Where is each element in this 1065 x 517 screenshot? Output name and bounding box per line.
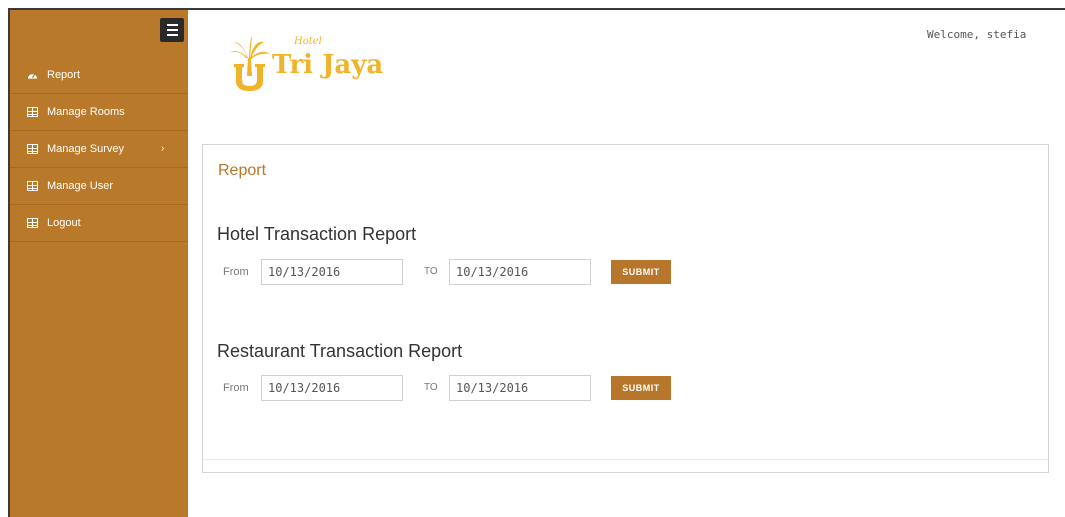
sidebar-item-manage-user[interactable]: Manage User (10, 168, 188, 205)
restaurant-submit-button[interactable]: SUBMIT (611, 376, 671, 400)
sidebar-item-report[interactable]: Report (10, 57, 188, 94)
to-label: TO (424, 382, 438, 393)
restaurant-report-form: From TO SUBMIT (223, 375, 823, 401)
welcome-text: Welcome, stefia (927, 28, 1027, 41)
sidebar: Report Manage Rooms Manage Survey › Mana… (10, 10, 188, 517)
sidebar-item-logout[interactable]: Logout (10, 205, 188, 242)
to-label: TO (424, 266, 438, 277)
sidebar-item-label: Manage Rooms (47, 106, 125, 118)
logo-main-text: Tri Jaya (272, 50, 384, 80)
sidebar-item-label: Manage Survey (47, 143, 125, 155)
chevron-right-icon: › (161, 143, 165, 154)
logo-small-text: Hotel (294, 36, 322, 47)
sidebar-item-manage-survey[interactable]: Manage Survey › (10, 131, 188, 168)
hotel-report-form: From TO SUBMIT (223, 259, 823, 285)
hamburger-menu-icon[interactable] (160, 18, 184, 42)
hotel-logo: Hotel Tri Jaya (230, 36, 430, 96)
sidebar-item-label: Report (47, 69, 81, 81)
panel-divider (203, 459, 1048, 460)
sidebar-item-label: Logout (47, 217, 81, 229)
table-icon (27, 107, 38, 117)
restaurant-to-date-input[interactable] (449, 375, 591, 401)
page-title: Report (218, 162, 267, 179)
from-label: From (223, 382, 249, 394)
hotel-from-date-input[interactable] (261, 259, 403, 285)
restaurant-from-date-input[interactable] (261, 375, 403, 401)
table-icon (27, 144, 38, 154)
sidebar-menu: Report Manage Rooms Manage Survey › Mana… (10, 57, 188, 242)
hotel-report-title: Hotel Transaction Report (217, 224, 417, 244)
hotel-to-date-input[interactable] (449, 259, 591, 285)
table-icon (27, 181, 38, 191)
report-panel: Report Hotel Transaction Report From TO … (202, 144, 1049, 473)
table-icon (27, 218, 38, 228)
dashboard-icon (27, 73, 38, 79)
sidebar-item-manage-rooms[interactable]: Manage Rooms (10, 94, 188, 131)
sidebar-item-label: Manage User (47, 180, 114, 192)
hotel-submit-button[interactable]: SUBMIT (611, 260, 671, 284)
restaurant-report-title: Restaurant Transaction Report (217, 341, 463, 361)
from-label: From (223, 266, 249, 278)
